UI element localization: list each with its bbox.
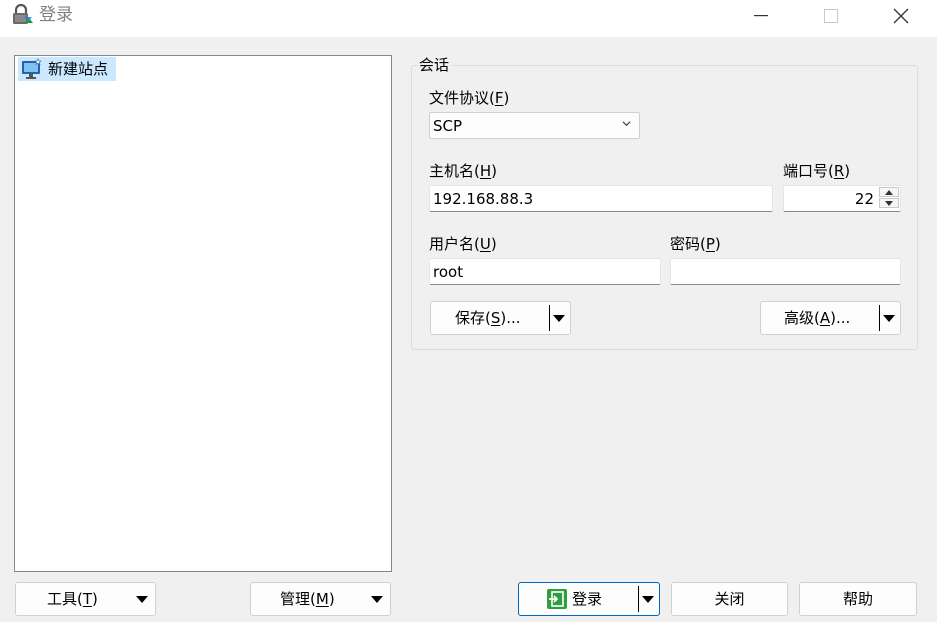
title-bar xyxy=(0,0,937,37)
help-button[interactable]: 帮助 xyxy=(799,582,917,616)
port-stepper[interactable] xyxy=(879,187,899,209)
minimize-button[interactable] xyxy=(738,0,784,31)
tools-dropdown-icon xyxy=(136,596,148,603)
manage-button[interactable]: 管理(M) xyxy=(250,582,391,616)
login-label: 登录 xyxy=(572,590,603,608)
monitor-new-site-icon xyxy=(21,58,43,80)
port-value: 22 xyxy=(854,189,874,208)
manage-label: 管理(M) xyxy=(280,590,335,608)
protocol-value: SCP xyxy=(433,116,463,135)
advanced-button[interactable]: 高级(A)... xyxy=(760,301,901,335)
app-lock-icon xyxy=(10,3,34,27)
username-value: root xyxy=(433,262,464,281)
help-label: 帮助 xyxy=(842,590,873,608)
port-increment-button[interactable] xyxy=(879,187,899,197)
tools-button[interactable]: 工具(T) xyxy=(15,582,156,616)
username-label: 用户名(U) xyxy=(429,235,497,253)
split-separator xyxy=(549,305,550,331)
port-label: 端口号(R) xyxy=(783,162,851,180)
maximize-icon xyxy=(824,8,838,23)
password-label: 密码(P) xyxy=(670,235,721,253)
login-button[interactable]: 登录 xyxy=(518,582,660,616)
port-decrement-button[interactable] xyxy=(879,198,899,208)
host-label: 主机名(H) xyxy=(429,162,497,180)
site-tree[interactable]: 新建站点 xyxy=(14,55,392,572)
close-label: 关闭 xyxy=(714,590,745,608)
port-input[interactable]: 22 xyxy=(783,185,901,212)
login-dropdown-icon[interactable] xyxy=(642,596,654,603)
host-input[interactable]: 192.168.88.3 xyxy=(429,185,773,212)
login-icon xyxy=(546,588,568,610)
split-separator xyxy=(638,586,639,612)
arrow-up-icon xyxy=(885,189,893,195)
session-group-title: 会话 xyxy=(417,55,452,75)
minimize-icon xyxy=(754,14,768,16)
tree-item-label: 新建站点 xyxy=(48,60,109,78)
window-title: 登录 xyxy=(39,5,73,25)
tools-label: 工具(T) xyxy=(47,590,98,608)
split-separator xyxy=(879,305,880,331)
save-label: 保存(S)... xyxy=(455,309,521,327)
protocol-select[interactable]: SCP xyxy=(429,112,640,139)
advanced-dropdown-icon[interactable] xyxy=(883,315,895,322)
manage-dropdown-icon xyxy=(371,596,383,603)
password-input[interactable] xyxy=(670,258,901,285)
close-window-button[interactable] xyxy=(878,0,924,31)
save-dropdown-icon[interactable] xyxy=(553,315,565,322)
protocol-label: 文件协议(F) xyxy=(429,89,510,107)
tree-item-new-site[interactable]: 新建站点 xyxy=(18,57,116,81)
close-icon xyxy=(893,8,909,23)
chevron-down-icon xyxy=(622,121,631,127)
host-value: 192.168.88.3 xyxy=(433,189,534,208)
advanced-label: 高级(A)... xyxy=(784,309,851,327)
username-input[interactable]: root xyxy=(429,258,661,285)
save-button[interactable]: 保存(S)... xyxy=(430,301,571,335)
close-button[interactable]: 关闭 xyxy=(671,582,788,616)
maximize-button[interactable] xyxy=(808,0,854,31)
arrow-down-icon xyxy=(885,200,893,206)
